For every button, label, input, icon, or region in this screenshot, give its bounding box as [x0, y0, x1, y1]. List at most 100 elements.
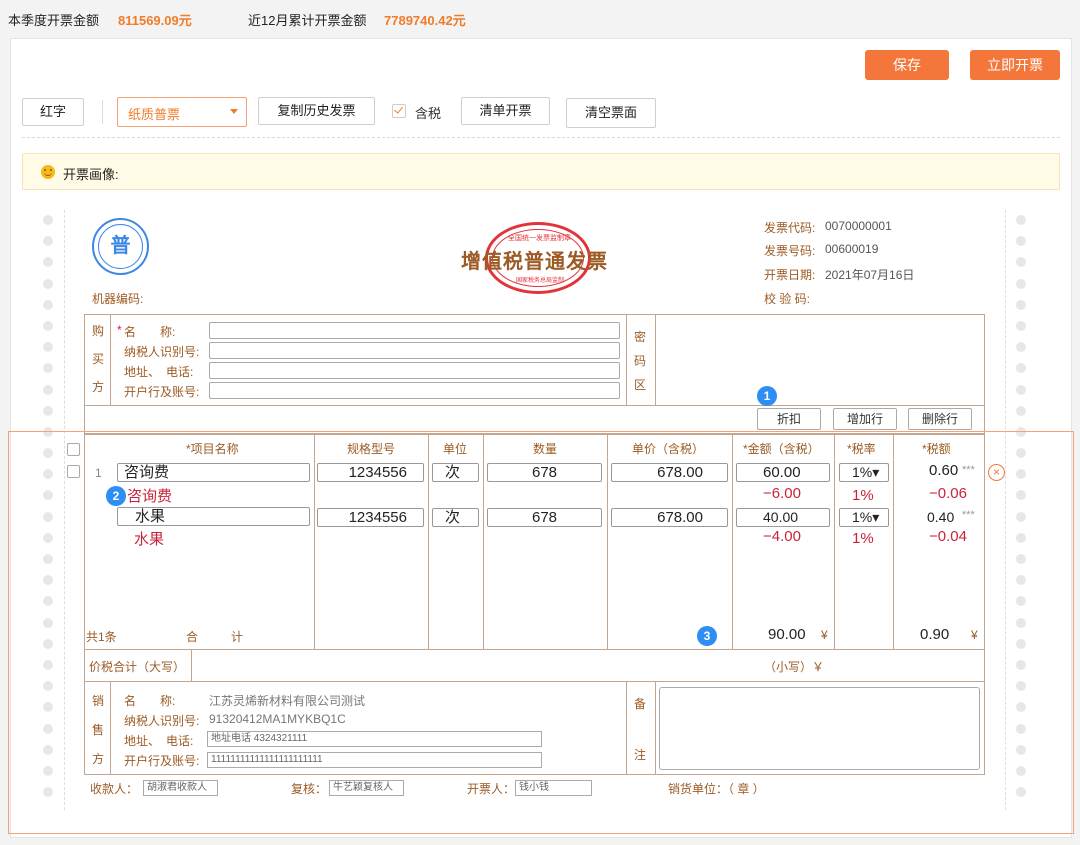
invoice-code-label: 发票代码: — [764, 221, 816, 235]
reviewer-input[interactable]: 牛艺颖复核人 — [329, 780, 404, 796]
remove-row-icon[interactable]: × — [988, 464, 1005, 481]
tax-rate-select[interactable]: 1%▾ — [839, 463, 889, 482]
header-spec: 规格型号 — [347, 442, 396, 456]
sum-upper-label: 价税合计（大写） — [89, 660, 186, 674]
unit-input[interactable]: 次 — [432, 463, 479, 482]
discount-rate: 1% — [852, 530, 874, 547]
discount-item-name: 水果 — [134, 531, 165, 548]
invoice-date-value: 2021年07月16日 — [825, 268, 915, 282]
unit-input[interactable]: 次 — [432, 508, 479, 527]
add-row-button[interactable]: 增加行 — [833, 408, 897, 430]
seller-address-input[interactable]: 地址电话 4324321111 — [207, 731, 542, 747]
seal-bottom-text: 国家税务总局监制 — [516, 278, 565, 284]
tax-rate-select[interactable]: 1%▾ — [839, 508, 889, 527]
total-label-1: 合 — [186, 630, 199, 644]
header-quantity: 数量 — [533, 442, 558, 456]
delete-row-button[interactable]: 删除行 — [908, 408, 972, 430]
tax-value: 0.40 — [927, 509, 955, 525]
discount-item-name: 咨询费 — [127, 488, 173, 505]
header-unit-price: 单价（含税） — [632, 442, 705, 456]
reviewer-label: 复核： — [291, 782, 328, 796]
red-invoice-button[interactable]: 红字 — [22, 98, 84, 126]
seller-name-label: 名 称: — [124, 694, 176, 708]
buyer-bank-label: 开户行及账号: — [124, 385, 200, 399]
seller-unit-label: 销货单位：（ 章 ） — [668, 782, 765, 796]
discount-button[interactable]: 折扣 — [757, 408, 821, 430]
tax-value: 0.60 — [929, 462, 959, 479]
header-tax: *税额 — [922, 442, 951, 456]
header-tax-rate: *税率 — [847, 442, 876, 456]
drawer-input[interactable]: 钱小钱 — [515, 780, 592, 796]
remark-textarea[interactable] — [659, 687, 980, 770]
stamp-char: 普 — [98, 224, 143, 269]
spec-input[interactable]: 1234556 — [317, 463, 424, 482]
cipher-side-3: 区 — [634, 378, 647, 392]
buyer-address-input[interactable] — [209, 362, 620, 379]
buyer-name-label: 名 称: — [124, 325, 176, 339]
total-label-2: 计 — [231, 630, 244, 644]
select-all-checkbox[interactable] — [67, 443, 80, 456]
badge-2: 2 — [106, 486, 126, 506]
machine-code-label: 机器编码: — [92, 292, 144, 306]
copy-history-button[interactable]: 复制历史发票 — [258, 97, 375, 125]
row-checkbox[interactable] — [67, 465, 80, 478]
discount-tax: −0.06 — [929, 485, 967, 502]
header-amount: *金额（含税） — [743, 442, 820, 456]
discount-amount: −6.00 — [763, 485, 801, 502]
buyer-address-label: 地址、 电话: — [124, 365, 194, 379]
buyer-taxid-input[interactable] — [209, 342, 620, 359]
clear-invoice-button[interactable]: 清空票面 — [566, 98, 656, 128]
invoice-code-value: 0070000001 — [825, 219, 892, 233]
buyer-side-1: 购 — [92, 324, 105, 338]
tax-inclusive-label: 含税 — [415, 106, 442, 121]
item-name-input[interactable]: 咨询费 — [117, 463, 310, 482]
payee-label: 收款人： — [90, 782, 139, 796]
seller-bank-input[interactable]: 11111111111111111111111 — [207, 752, 542, 768]
buyer-side-2: 买 — [92, 352, 105, 366]
sum-row — [84, 649, 985, 682]
quarter-amount-value: 811569.09元 — [118, 13, 192, 28]
seller-taxid-label: 纳税人识别号: — [124, 714, 200, 728]
total-tax-currency: ¥ — [971, 628, 978, 642]
total-count: 共1条 — [86, 630, 117, 644]
buyer-name-input[interactable] — [209, 322, 620, 339]
payee-input[interactable]: 胡淑君收款人 — [143, 780, 218, 796]
seller-taxid-value: 91320412MA1MYKBQ1C — [209, 712, 346, 726]
item-name-input[interactable]: 水果 — [117, 507, 310, 526]
discount-tax: −0.04 — [929, 528, 967, 545]
discount-amount: −4.00 — [763, 528, 801, 545]
smile-icon — [41, 165, 55, 179]
row-index: 1 — [95, 466, 102, 480]
toolbar-divider — [102, 100, 103, 124]
notice-text: 开票画像: — [63, 167, 119, 182]
drawer-label: 开票人： — [467, 782, 516, 796]
check-icon — [394, 104, 403, 114]
quantity-input[interactable]: 678 — [487, 508, 602, 527]
buyer-bank-input[interactable] — [209, 382, 620, 399]
discount-rate: 1% — [852, 487, 874, 504]
divider — [22, 137, 1060, 138]
remark-side-2: 注 — [634, 748, 647, 762]
total-amount-currency: ¥ — [821, 628, 828, 642]
price-input[interactable]: 678.00 — [611, 508, 728, 527]
seller-side-3: 方 — [92, 752, 105, 766]
buyer-side-3: 方 — [92, 380, 105, 394]
spec-input[interactable]: 1234556 — [317, 508, 424, 527]
amount-input[interactable]: 60.00 — [736, 463, 830, 482]
invoice-type-select[interactable]: 纸质普票 — [117, 97, 247, 127]
tax-inclusive-checkbox[interactable] — [392, 104, 406, 118]
tax-mask: *** — [962, 509, 975, 521]
list-invoice-button[interactable]: 清单开票 — [461, 97, 550, 125]
seller-bank-label: 开户行及账号: — [124, 754, 200, 768]
cipher-side-2: 码 — [634, 354, 647, 368]
price-input[interactable]: 678.00 — [611, 463, 728, 482]
quarter-amount-label: 本季度开票金额 — [8, 13, 100, 28]
invoice-date-label: 开票日期: — [764, 268, 816, 282]
quantity-input[interactable]: 678 — [487, 463, 602, 482]
save-button[interactable]: 保存 — [865, 50, 949, 80]
issue-now-button[interactable]: 立即开票 — [970, 50, 1060, 80]
total-tax: 0.90 — [920, 626, 950, 643]
year-amount-label: 近12月累计开票金额 — [248, 13, 367, 28]
amount-input[interactable]: 40.00 — [736, 508, 830, 527]
year-amount-value: 7789740.42元 — [384, 13, 466, 28]
